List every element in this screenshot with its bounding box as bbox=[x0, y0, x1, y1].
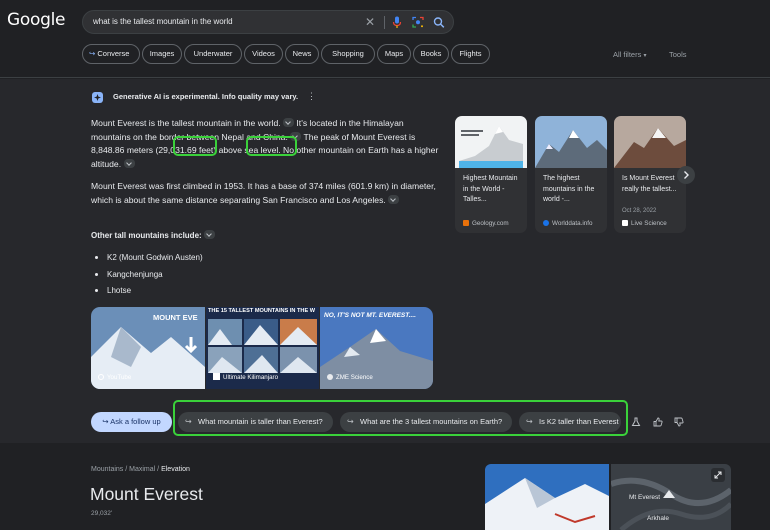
card-title: Is Mount Everest really the tallest... bbox=[622, 175, 677, 193]
source-chevron-icon[interactable] bbox=[388, 194, 400, 204]
breadcrumb-link[interactable]: Mountains bbox=[91, 466, 123, 473]
ask-follow-up-button[interactable]: ↪ Ask a follow up bbox=[91, 412, 172, 432]
knowledge-panel: Mountains / Maximal / Elevation Mount Ev… bbox=[0, 444, 770, 530]
search-input[interactable]: what is the tallest mountain in the worl… bbox=[93, 17, 233, 26]
card-source: Worlddata.info bbox=[543, 220, 593, 227]
source-chevron-icon[interactable] bbox=[283, 118, 295, 128]
card-image bbox=[535, 116, 607, 168]
tab-shopping[interactable]: Shopping bbox=[321, 44, 375, 64]
video-thumbnail-kilimanjaro[interactable]: THE 15 TALLEST MOUNTAINS IN THE W Ultima… bbox=[206, 307, 319, 389]
ai-sparkle-icon bbox=[92, 92, 103, 103]
zme-logo-icon bbox=[327, 374, 333, 380]
more-options-icon[interactable]: ⋮ bbox=[307, 91, 316, 102]
lab-flask-icon[interactable] bbox=[631, 417, 641, 427]
list-heading: Other tall mountains include: bbox=[91, 229, 441, 243]
card-image bbox=[455, 116, 527, 168]
tab-videos[interactable]: Videos bbox=[244, 44, 283, 64]
ai-paragraph-2: Mount Everest was first climbed in 1953.… bbox=[91, 181, 436, 205]
video-source: ZME Science bbox=[327, 374, 373, 381]
worlddata-favicon-icon bbox=[543, 220, 549, 226]
breadcrumb-link[interactable]: Maximal bbox=[129, 466, 155, 473]
entity-subtitle: 29,032' bbox=[91, 510, 113, 517]
card-date: Oct 28, 2022 bbox=[622, 208, 657, 214]
video-thumbnail-zme[interactable]: NO, IT'S NOT MT. EVEREST.... ZME Science bbox=[320, 307, 433, 389]
card-image bbox=[614, 116, 686, 168]
height-meters: 8,848.86 bbox=[91, 145, 125, 155]
expand-icon[interactable] bbox=[711, 468, 725, 482]
video-source: Ultimate Kilimanjaro bbox=[213, 373, 278, 381]
list-item: K2 (Mount Godwin Austen) bbox=[92, 253, 203, 270]
breadcrumb-current: Elevation bbox=[161, 466, 190, 473]
livescience-favicon-icon bbox=[622, 220, 628, 226]
suggestion-chip[interactable]: What are the 3 tallest mountains on Eart… bbox=[340, 412, 512, 432]
search-divider bbox=[384, 16, 385, 29]
entity-photo[interactable] bbox=[485, 464, 609, 530]
top-bar: Google what is the tallest mountain in t… bbox=[0, 0, 770, 78]
video-strip: MOUNT EVE YouTube THE 15 TALLEST MOUNTAI… bbox=[91, 307, 433, 389]
thumbs-down-icon[interactable] bbox=[674, 417, 684, 427]
tab-underwater[interactable]: Underwater bbox=[184, 44, 242, 64]
tab-images[interactable]: Images bbox=[142, 44, 182, 64]
tab-flights[interactable]: Flights bbox=[451, 44, 490, 64]
kilimanjaro-logo-icon bbox=[213, 373, 220, 380]
card-source: Live Science bbox=[622, 220, 667, 227]
clear-icon[interactable]: ✕ bbox=[365, 15, 375, 29]
source-card-livescience[interactable]: Is Mount Everest really the tallest... O… bbox=[614, 116, 686, 233]
tools-button[interactable]: Tools bbox=[669, 50, 687, 59]
source-card-worlddata[interactable]: The highest mountains in the world -... … bbox=[535, 116, 607, 233]
geology-favicon-icon bbox=[463, 220, 469, 226]
ai-notice: Generative AI is experimental. Info qual… bbox=[113, 92, 299, 101]
mountain-list: K2 (Mount Godwin Austen) Kangchenjunga L… bbox=[92, 253, 203, 303]
list-item: Kangchenjunga bbox=[92, 270, 203, 287]
source-card-geology[interactable]: Highest Mountain in the World - Talles..… bbox=[455, 116, 527, 233]
card-title: Highest Mountain in the World - Talles..… bbox=[463, 175, 518, 203]
search-icon[interactable] bbox=[433, 16, 445, 29]
tab-converse[interactable]: ↪ Converse bbox=[82, 44, 140, 64]
thumbs-up-icon[interactable] bbox=[653, 417, 663, 427]
youtube-icon bbox=[98, 374, 104, 380]
suggestion-chip[interactable]: Is K2 taller than Everest bbox=[519, 412, 621, 432]
source-chevron-icon[interactable] bbox=[203, 230, 215, 240]
breadcrumb: Mountains / Maximal / Elevation bbox=[91, 466, 190, 473]
video-source: YouTube bbox=[98, 374, 131, 381]
source-chevron-icon[interactable] bbox=[123, 158, 135, 168]
video-thumbnail-youtube[interactable]: MOUNT EVE YouTube bbox=[91, 307, 205, 389]
suggestion-chip[interactable]: What mountain is taller than Everest? bbox=[178, 412, 333, 432]
highlight-feet bbox=[246, 136, 297, 156]
tab-news[interactable]: News bbox=[285, 44, 319, 64]
list-item: Lhotse bbox=[92, 286, 203, 303]
microphone-icon[interactable] bbox=[391, 16, 403, 29]
card-title: The highest mountains in the world -... bbox=[543, 175, 595, 203]
search-box[interactable]: what is the tallest mountain in the worl… bbox=[82, 10, 454, 34]
video-overlay-text: MOUNT EVE bbox=[153, 313, 198, 322]
card-source: Geology.com bbox=[463, 220, 509, 227]
video-overlay-text: NO, IT'S NOT MT. EVEREST.... bbox=[324, 312, 416, 319]
chevron-right-icon bbox=[684, 171, 689, 179]
next-cards-button[interactable] bbox=[677, 166, 695, 184]
ai-overview: Generative AI is experimental. Info qual… bbox=[0, 79, 770, 443]
map-label: Mt Everest bbox=[629, 494, 661, 501]
photo-image bbox=[485, 464, 609, 530]
tab-maps[interactable]: Maps bbox=[377, 44, 411, 64]
all-filters-button[interactable]: All filters ▾ bbox=[613, 50, 646, 59]
entity-title: Mount Everest bbox=[90, 484, 203, 504]
video-overlay-text: THE 15 TALLEST MOUNTAINS IN THE W bbox=[208, 308, 316, 314]
lens-icon[interactable] bbox=[412, 16, 424, 29]
entity-map[interactable]: Mt Everest Arkhale bbox=[611, 464, 731, 530]
map-label: Arkhale bbox=[647, 515, 670, 522]
highlight-meters bbox=[173, 136, 217, 156]
google-logo[interactable]: Google bbox=[7, 10, 65, 30]
caret-down-icon: ▾ bbox=[643, 53, 647, 59]
tab-books[interactable]: Books bbox=[413, 44, 449, 64]
